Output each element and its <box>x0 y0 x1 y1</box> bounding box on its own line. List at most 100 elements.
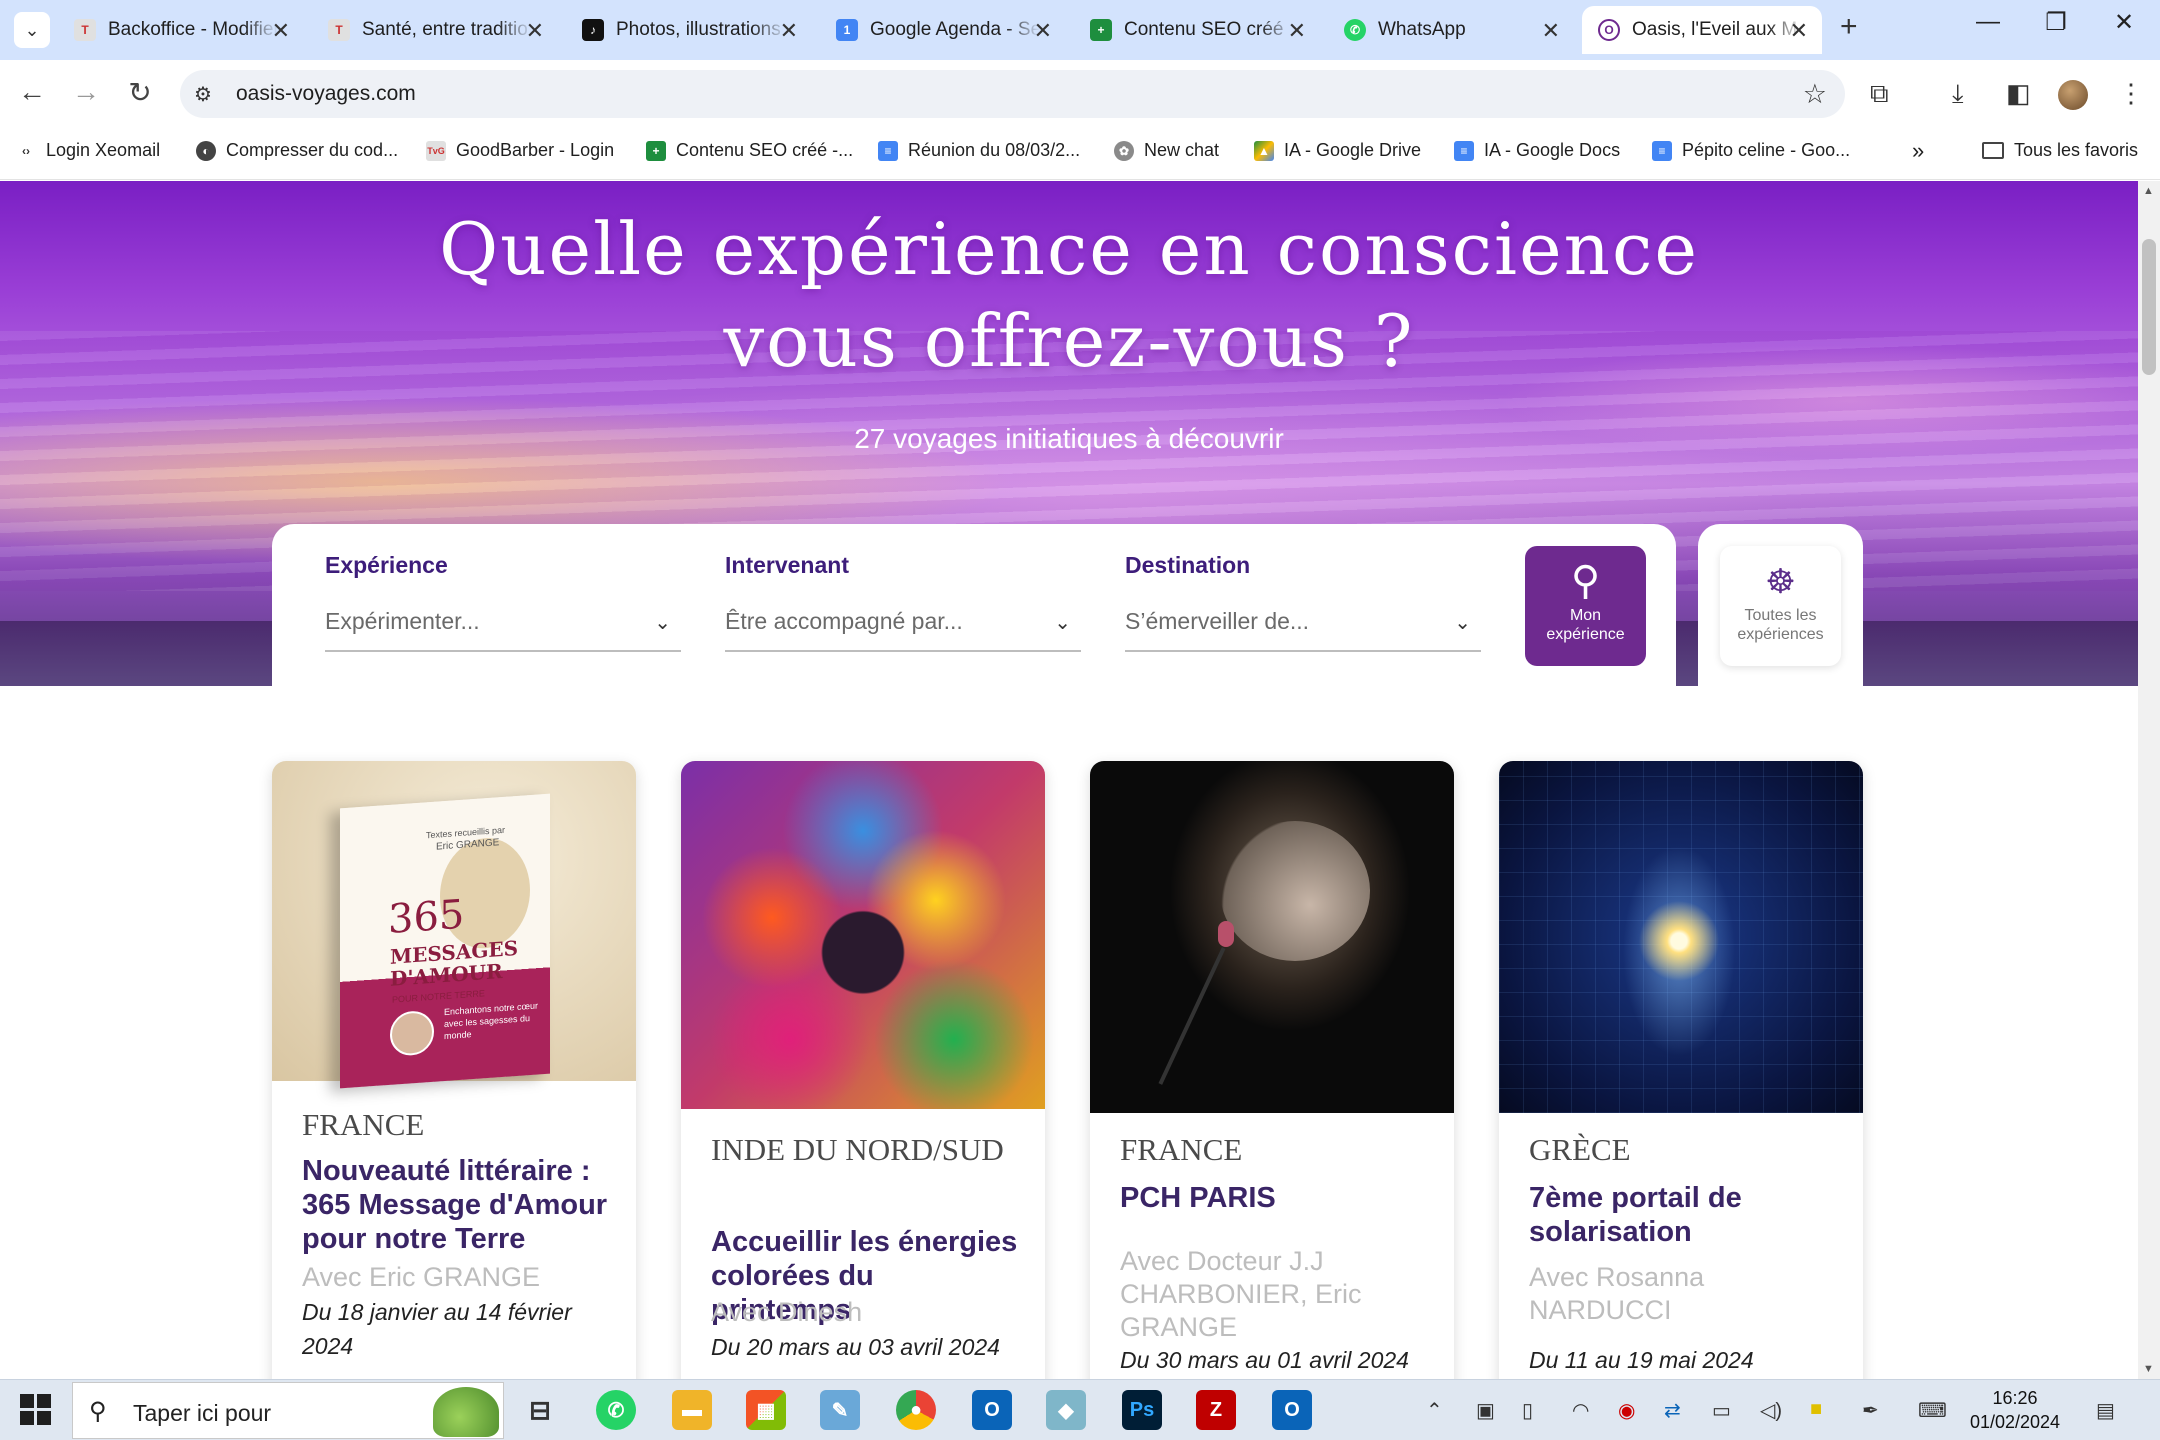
page-viewport: Quelle expérience en conscience vous off… <box>0 181 2138 1379</box>
back-arrow-icon[interactable]: ← <box>14 76 50 108</box>
reload-icon[interactable]: ↻ <box>122 76 158 109</box>
chevron-down-icon: ⌄ <box>1054 612 1071 634</box>
start-tile <box>37 1411 51 1425</box>
close-icon[interactable]: ✕ <box>1288 18 1306 44</box>
bookmark-star-icon[interactable]: ☆ <box>1803 79 1827 110</box>
tray-battery-icon[interactable]: ▭ <box>1712 1398 1731 1423</box>
hero-title-line2: vous offrez-vous ? <box>723 299 1415 383</box>
scrollbar-thumb[interactable] <box>2142 239 2156 375</box>
experience-card[interactable]: Textes recueillis par Eric GRANGE 365 ME… <box>272 761 636 1379</box>
start-tile <box>20 1394 34 1408</box>
close-icon[interactable]: ✕ <box>780 18 798 44</box>
tab-photos[interactable]: ♪ Photos, illustrations ✕ <box>566 6 812 54</box>
scroll-down-arrow-icon[interactable]: ▼ <box>2143 1363 2154 1375</box>
side-panel-icon[interactable]: ◧ <box>2006 78 2031 109</box>
tab-google-agenda[interactable]: 1 Google Agenda - Se ✕ <box>820 6 1066 54</box>
tray-chevron-up-icon[interactable]: ⌃ <box>1426 1398 1443 1423</box>
bookmark-ia-docs[interactable]: ≡ IA - Google Docs <box>1454 140 1620 161</box>
windows-taskbar: ⚲ Taper ici pour ⊟ ✆ ▬ ▦ ✎ ● O ◆ Ps Z O … <box>0 1379 2160 1440</box>
tray-keyboard-icon[interactable]: ⌨ <box>1918 1398 1947 1423</box>
tray-wifi-icon[interactable]: ◠ <box>1572 1398 1589 1423</box>
tray-sticky-notes-icon[interactable]: ■ <box>1810 1398 1822 1421</box>
taskbar-search-box[interactable]: ⚲ Taper ici pour <box>72 1382 504 1439</box>
close-icon[interactable]: ✕ <box>1542 18 1560 44</box>
card-image-energy-body <box>1499 761 1863 1113</box>
tray-meet-icon[interactable]: ▣ <box>1476 1398 1495 1423</box>
tray-teamviewer-icon[interactable]: ⇄ <box>1664 1398 1681 1423</box>
file-explorer-icon[interactable]: ▬ <box>672 1390 712 1430</box>
download-icon[interactable]: ⤓ <box>1952 78 1964 110</box>
bookmark-new-chat[interactable]: ✿ New chat <box>1114 140 1219 161</box>
forward-arrow-icon[interactable]: → <box>68 76 104 108</box>
paint-icon[interactable]: ✎ <box>820 1390 860 1430</box>
notes-app-icon[interactable]: ◆ <box>1046 1390 1086 1430</box>
minimize-icon[interactable]: — <box>1958 8 2018 36</box>
tab-whatsapp[interactable]: ✆ WhatsApp ✕ <box>1328 6 1574 54</box>
address-bar[interactable]: ⚙ oasis-voyages.com ☆ <box>180 70 1845 118</box>
task-view-icon[interactable]: ⊟ <box>520 1390 560 1430</box>
more-menu-icon[interactable]: ⋮ <box>2118 78 2144 109</box>
card-title: 7ème portail de solarisation <box>1529 1182 1742 1248</box>
site-settings-icon[interactable]: ⚙ <box>194 82 212 107</box>
close-icon[interactable]: ✕ <box>272 18 290 44</box>
restore-icon[interactable]: ❐ <box>2026 8 2086 37</box>
experience-card[interactable]: GRÈCE 7ème portail de solarisation Avec … <box>1499 761 1863 1379</box>
outlook-mail-icon[interactable]: O <box>1272 1390 1312 1430</box>
experience-card[interactable]: INDE DU NORD/SUD Accueillir les énergies… <box>681 761 1045 1379</box>
new-tab-plus-icon[interactable]: + <box>1840 10 1858 44</box>
microsoft-store-icon[interactable]: ▦ <box>746 1390 786 1430</box>
tray-volume-icon[interactable]: ◁) <box>1760 1398 1782 1423</box>
bookmark-goodbarber[interactable]: TvG GoodBarber - Login <box>426 140 614 161</box>
bookmark-pepito[interactable]: ≡ Pépito celine - Goo... <box>1652 140 1850 161</box>
scroll-up-arrow-icon[interactable]: ▲ <box>2143 185 2154 197</box>
url-text[interactable]: oasis-voyages.com <box>236 82 416 106</box>
card-dates: Du 11 au 19 mai 2024 <box>1529 1347 1754 1373</box>
card-dates: Du 20 mars au 03 avril 2024 <box>711 1334 1000 1360</box>
close-icon[interactable]: ✕ <box>1034 18 1052 44</box>
tab-sante[interactable]: T Santé, entre traditio ✕ <box>312 6 558 54</box>
bookmark-reunion[interactable]: ≡ Réunion du 08/03/2... <box>878 140 1080 161</box>
extensions-puzzle-icon[interactable]: ⧉ <box>1870 78 1889 110</box>
bookmark-login-xeomail[interactable]: ‹› Login Xeomail <box>16 140 160 161</box>
bookmark-contenu-seo[interactable]: + Contenu SEO créé -... <box>646 140 853 161</box>
photoshop-icon[interactable]: Ps <box>1122 1390 1162 1430</box>
filezilla-icon[interactable]: Z <box>1196 1390 1236 1430</box>
window-close-icon[interactable]: ✕ <box>2094 8 2154 37</box>
tray-antivirus-icon[interactable]: ◉ <box>1618 1398 1635 1423</box>
intervenant-select[interactable]: Être accompagné par... ⌄ <box>725 604 1081 652</box>
bookmark-ia-drive[interactable]: ▲ IA - Google Drive <box>1254 140 1421 161</box>
destination-select[interactable]: S’émerveiller de... ⌄ <box>1125 604 1481 652</box>
windows-start-icon[interactable] <box>20 1394 52 1426</box>
docs-icon: ≡ <box>1454 140 1474 161</box>
close-icon[interactable]: ✕ <box>1790 18 1808 44</box>
bookmarks-overflow-icon[interactable]: » <box>1912 138 1924 164</box>
tab-contenu-seo[interactable]: + Contenu SEO créé ✕ <box>1074 6 1320 54</box>
tab-search-button[interactable]: ⌄ <box>14 12 50 48</box>
close-icon[interactable]: ✕ <box>526 18 544 44</box>
book-title-number: 365 <box>388 891 465 943</box>
search-experience-button[interactable]: ⚲ Mon expérience <box>1525 546 1646 666</box>
all-bookmarks[interactable]: Tous les favoris <box>1982 140 2138 161</box>
tab-oasis-active[interactable]: O Oasis, l'Eveil aux M ✕ <box>1582 6 1822 54</box>
card-country: GRÈCE <box>1529 1132 1631 1167</box>
profile-avatar[interactable] <box>2058 80 2088 110</box>
experience-card[interactable]: FRANCE PCH PARIS Avec Docteur J.J CHARBO… <box>1090 761 1454 1379</box>
tab-label: WhatsApp <box>1378 19 1466 40</box>
book-cover: Textes recueillis par Eric GRANGE 365 ME… <box>340 793 550 1089</box>
tray-pen-icon[interactable]: ✒ <box>1862 1398 1879 1423</box>
bookmark-compresser[interactable]: ◐ Compresser du cod... <box>196 140 398 161</box>
whatsapp-icon[interactable]: ✆ <box>596 1390 636 1430</box>
page-scrollbar[interactable]: ▲ ▼ <box>2138 181 2160 1379</box>
taskbar-clock[interactable]: 16:26 01/02/2024 <box>1960 1386 2070 1434</box>
card-country: INDE DU NORD/SUD <box>711 1132 1004 1167</box>
all-experiences-button[interactable]: ☸ Toutes les expériences <box>1720 546 1841 666</box>
experience-select[interactable]: Expérimenter... ⌄ <box>325 604 681 652</box>
start-tile <box>20 1411 34 1425</box>
notifications-icon[interactable]: ▤ <box>2096 1398 2115 1423</box>
mic-stand <box>1158 947 1226 1085</box>
outlook-icon[interactable]: O <box>972 1390 1012 1430</box>
tab-label: Google Agenda - Se <box>870 19 1040 40</box>
tab-backoffice[interactable]: T Backoffice - Modifier ✕ <box>58 6 304 54</box>
chrome-icon[interactable]: ● <box>896 1390 936 1430</box>
tray-usb-icon[interactable]: ▯ <box>1522 1398 1533 1423</box>
